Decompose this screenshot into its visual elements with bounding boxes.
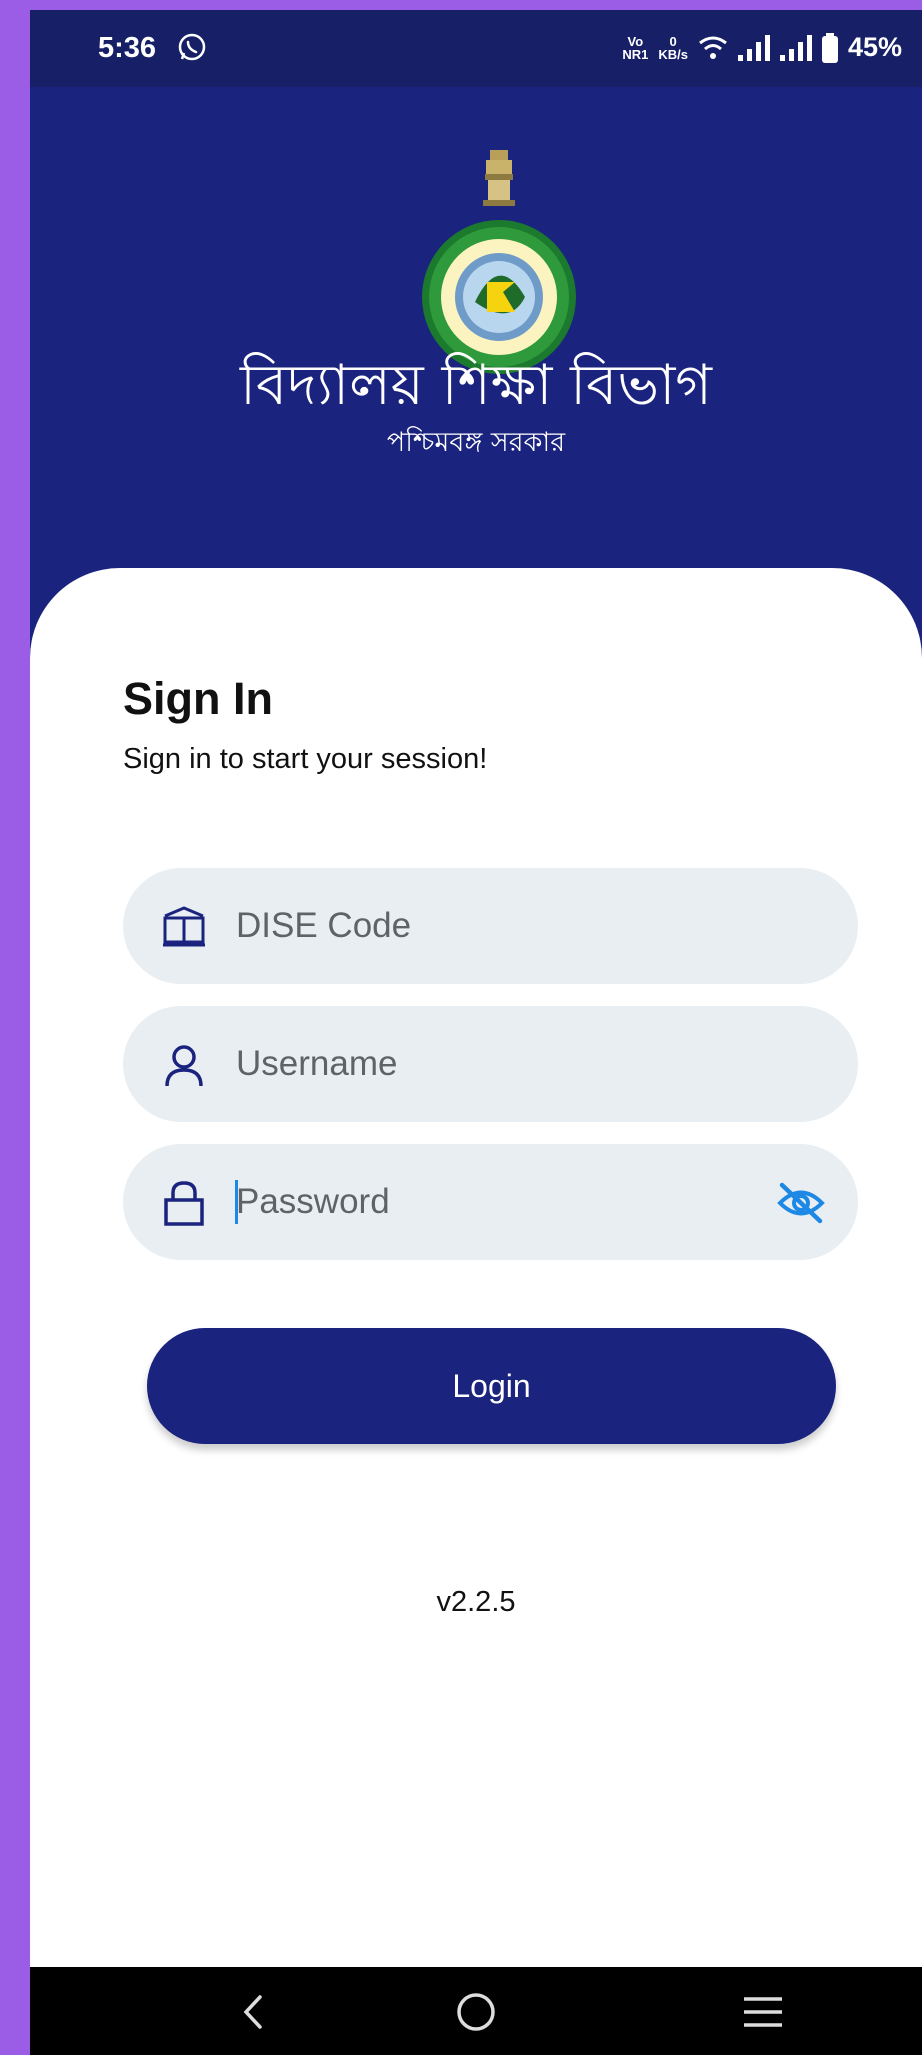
app-version: v2.2.5 xyxy=(436,1586,516,1618)
login-button[interactable]: Login xyxy=(147,1328,836,1444)
dise-code-placeholder: DISE Code xyxy=(236,906,412,945)
back-icon[interactable] xyxy=(230,1989,276,2035)
password-field[interactable]: Password xyxy=(123,1144,858,1260)
user-icon xyxy=(165,1045,203,1087)
system-nav-bar xyxy=(30,1967,922,2055)
signal-icon-2 xyxy=(779,34,812,61)
username-placeholder: Username xyxy=(236,1044,398,1083)
signin-title: Sign In xyxy=(123,673,273,724)
volte-indicator: Vo NR1 xyxy=(622,33,649,62)
dise-code-field[interactable]: DISE Code xyxy=(123,868,858,984)
book-icon xyxy=(163,906,205,947)
signal-icon xyxy=(737,34,770,61)
home-icon[interactable] xyxy=(453,1989,499,2035)
data-speed-indicator: 0 KB/s xyxy=(658,33,688,62)
eye-off-icon[interactable] xyxy=(776,1180,826,1226)
battery-level: 45% xyxy=(847,32,902,62)
battery-icon xyxy=(821,32,838,63)
signin-card: Sign In Sign in to start your session! D… xyxy=(30,568,922,1968)
status-time: 5:36 xyxy=(98,32,157,64)
phone-screen: 5:36 Vo NR1 0 KB/s 45% বিদ্যালয় শিক্ষা … xyxy=(30,10,922,2055)
whatsapp-icon xyxy=(178,33,206,61)
wifi-icon xyxy=(699,36,727,59)
status-bar: 5:36 Vo NR1 0 KB/s 45% xyxy=(30,10,922,87)
signin-subtitle: Sign in to start your session! xyxy=(123,743,488,775)
lock-icon xyxy=(164,1181,204,1226)
recent-apps-icon[interactable] xyxy=(740,1989,786,2035)
status-icons: Vo NR1 0 KB/s 45% xyxy=(622,32,902,63)
password-placeholder: Password xyxy=(236,1182,390,1221)
government-subtitle: পশ্চিমবঙ্গ সরকার xyxy=(386,427,566,458)
app-header: বিদ্যালয় শিক্ষা বিভাগ পশ্চিমবঙ্গ সরকার xyxy=(30,87,922,607)
username-field[interactable]: Username xyxy=(123,1006,858,1122)
